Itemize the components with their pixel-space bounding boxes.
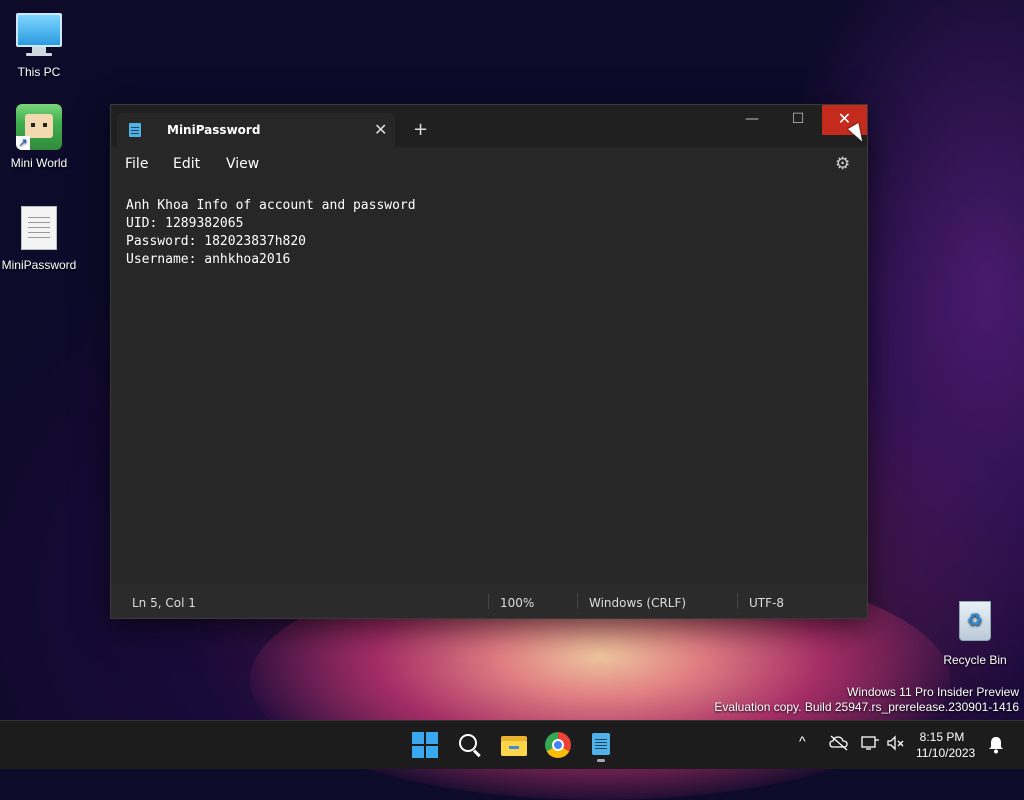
computer-icon: [15, 13, 63, 61]
active-app-indicator: [597, 759, 605, 762]
chrome-icon[interactable]: [543, 730, 573, 760]
desktop-icon-label: This PC: [17, 65, 61, 79]
volume-muted-icon[interactable]: [886, 735, 906, 751]
title-bar[interactable]: MiniPassword ✕ + — ☐ ✕: [111, 105, 867, 147]
watermark-build: Evaluation copy. Build 25947.rs_prerelea…: [714, 700, 1019, 714]
start-button-windows-icon[interactable]: [410, 730, 440, 760]
network-icon[interactable]: [860, 735, 880, 751]
watermark-edition: Windows 11 Pro Insider Preview: [847, 685, 1019, 699]
notification-bell-icon[interactable]: [988, 736, 1004, 754]
desktop-icon-label: Recycle Bin: [943, 653, 1007, 667]
menu-edit[interactable]: Edit: [173, 156, 200, 172]
recycle-bin-icon: [951, 601, 999, 649]
onedrive-offline-icon[interactable]: [829, 735, 849, 751]
editor-content[interactable]: Anh Khoa Info of account and password UI…: [126, 197, 416, 269]
status-divider: [488, 593, 489, 609]
desktop-icon-this-pc[interactable]: This PC: [0, 10, 79, 79]
zoom-level: 100%: [500, 596, 535, 610]
taskbar: ^ 8:15 PM 11/10/2023: [0, 720, 1024, 769]
clock-date: 11/10/2023: [916, 746, 976, 760]
shortcut-arrow-icon: ↗: [16, 136, 30, 150]
show-hidden-icons-chevron-icon[interactable]: ^: [799, 733, 806, 749]
notepad-taskbar-icon[interactable]: [586, 730, 616, 762]
tab-title: MiniPassword: [167, 123, 261, 137]
encoding: UTF-8: [749, 596, 784, 610]
text-editor[interactable]: Anh Khoa Info of account and password UI…: [111, 181, 867, 585]
mini-world-icon: ↗: [15, 104, 63, 152]
evaluation-watermark: Windows 11 Pro Insider Preview Evaluatio…: [714, 685, 1019, 715]
desktop-icon-mini-world[interactable]: ↗ Mini World: [0, 104, 79, 170]
clock-time: 8:15 PM: [919, 730, 965, 744]
minimize-button[interactable]: —: [730, 105, 774, 135]
cursor-position: Ln 5, Col 1: [132, 596, 196, 610]
close-tab-icon[interactable]: ✕: [374, 120, 387, 139]
line-ending: Windows (CRLF): [589, 596, 687, 610]
settings-gear-icon[interactable]: ⚙: [835, 154, 850, 174]
text-file-icon: [15, 206, 63, 254]
notepad-icon: [129, 123, 141, 137]
status-bar: Ln 5, Col 1 100% Windows (CRLF) UTF-8: [111, 585, 867, 618]
maximize-button[interactable]: ☐: [776, 105, 820, 135]
menu-file[interactable]: File: [125, 156, 148, 172]
new-tab-button[interactable]: +: [413, 119, 428, 140]
desktop-icon-minipassword[interactable]: MiniPassword: [0, 203, 79, 272]
search-icon[interactable]: [455, 730, 485, 760]
notepad-window: MiniPassword ✕ + — ☐ ✕ File Edit View ⚙ …: [110, 104, 868, 619]
tab-minipassword[interactable]: MiniPassword ✕: [117, 113, 395, 147]
system-clock[interactable]: 8:15 PM 11/10/2023: [916, 729, 976, 761]
desktop-icon-label: MiniPassword: [1, 258, 77, 272]
status-divider: [577, 593, 578, 609]
desktop-icon-recycle-bin[interactable]: Recycle Bin: [935, 596, 1015, 667]
menu-view[interactable]: View: [226, 156, 259, 172]
status-divider: [737, 593, 738, 609]
desktop-icon-label: Mini World: [10, 156, 68, 170]
menu-bar: File Edit View ⚙: [111, 147, 867, 181]
file-explorer-icon[interactable]: [499, 730, 529, 760]
